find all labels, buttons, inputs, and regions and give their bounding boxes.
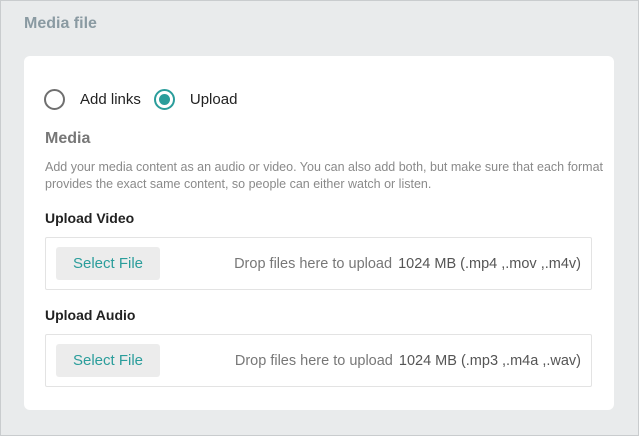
video-drop-text: Drop files here to upload <box>234 255 393 272</box>
add-links-label[interactable]: Add links <box>80 91 141 108</box>
media-heading: Media <box>45 130 91 147</box>
source-radio-group: Add links Upload <box>44 88 237 110</box>
audio-drop-text: Drop files here to upload <box>234 352 393 369</box>
audio-drop-info: Drop files here to upload 1024 MB (.mp3 … <box>235 335 581 386</box>
upload-radio[interactable] <box>153 88 175 110</box>
media-description: Add your media content as an audio or vi… <box>45 160 604 191</box>
video-drop-info: Drop files here to upload 1024 MB (.mp4 … <box>234 238 581 289</box>
select-audio-file-button[interactable]: Select File <box>56 344 160 377</box>
add-links-radio[interactable] <box>44 88 65 110</box>
add-links-option[interactable]: Add links <box>44 88 141 110</box>
video-size-limit: 1024 MB (.mp4 ,.mov ,.m4v) <box>398 255 581 272</box>
upload-label[interactable]: Upload <box>190 91 238 108</box>
video-dropzone[interactable]: Select File Drop files here to upload 10… <box>45 237 592 290</box>
audio-dropzone[interactable]: Select File Drop files here to upload 10… <box>45 334 592 387</box>
upload-audio-label: Upload Audio <box>45 307 136 323</box>
upload-option[interactable]: Upload <box>153 88 238 110</box>
upload-video-label: Upload Video <box>45 210 135 226</box>
select-video-file-button[interactable]: Select File <box>56 247 160 280</box>
section-title: Media file <box>24 15 97 32</box>
media-file-card: Add links Upload Media Add your media co… <box>24 56 614 410</box>
audio-size-limit: 1024 MB (.mp3 ,.m4a ,.wav) <box>398 352 581 369</box>
